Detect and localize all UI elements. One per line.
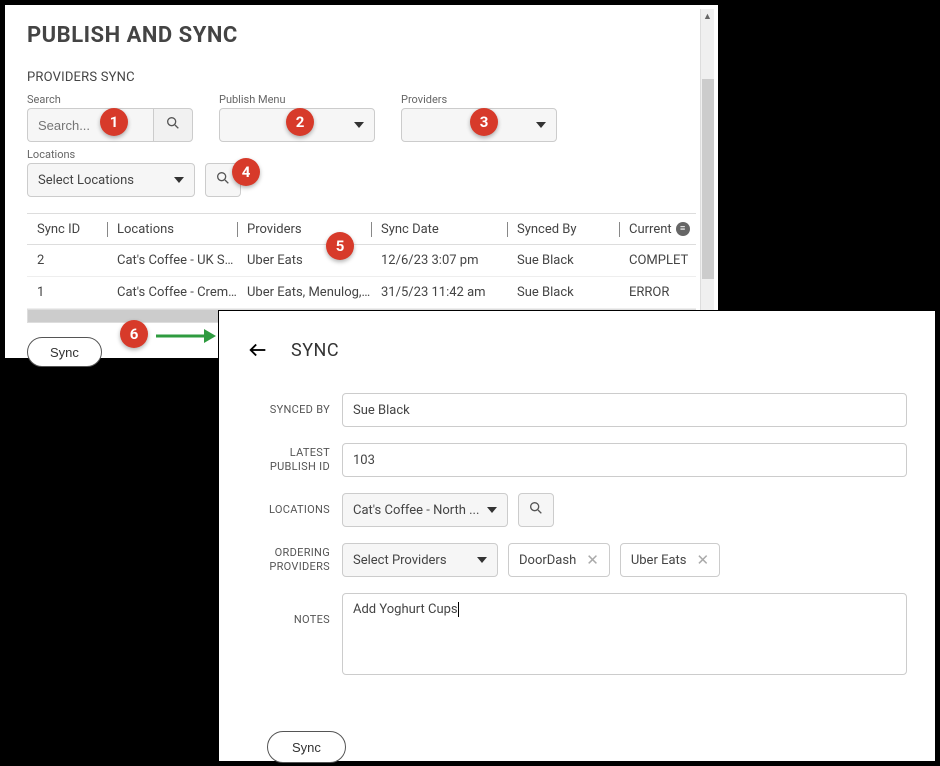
chip-label: Uber Eats: [631, 553, 687, 568]
sync-form-panel: SYNC SYNCED BY Sue Black LATEST PUBLISH …: [218, 310, 936, 762]
th-sync-date[interactable]: Sync Date: [371, 222, 507, 237]
back-arrow-icon[interactable]: [247, 339, 269, 361]
locations-label: Locations: [27, 148, 195, 161]
publish-menu-label: Publish Menu: [219, 93, 375, 106]
latest-publish-id-field[interactable]: 103: [342, 443, 907, 477]
remove-chip-icon[interactable]: ✕: [586, 553, 599, 568]
label-latest-publish-id: LATEST PUBLISH ID: [247, 446, 342, 475]
filter-row-2: Locations Select Locations: [27, 148, 696, 197]
panel-title: SYNC: [291, 340, 339, 361]
annotation-badge-5: 5: [326, 232, 354, 260]
scroll-up-icon[interactable]: ▲: [701, 9, 714, 23]
chevron-down-icon: [174, 177, 184, 183]
locations-select[interactable]: Cat's Coffee - North ...: [342, 493, 508, 527]
scroll-thumb[interactable]: [702, 79, 714, 279]
th-sync-id[interactable]: Sync ID: [27, 222, 107, 237]
search-label: Search: [27, 93, 193, 106]
chevron-down-icon: [477, 557, 487, 563]
page-title: PUBLISH AND SYNC: [27, 23, 696, 48]
annotation-badge-2: 2: [286, 108, 314, 136]
row-synced-by: SYNCED BY Sue Black: [247, 393, 907, 427]
label-notes: NOTES: [247, 593, 342, 627]
annotation-arrow-icon: [154, 327, 216, 345]
annotation-badge-1: 1: [100, 108, 128, 136]
synced-by-field[interactable]: Sue Black: [342, 393, 907, 427]
search-icon: [528, 500, 544, 520]
section-subtitle: PROVIDERS SYNC: [27, 70, 696, 85]
locations-value: Select Locations: [38, 173, 134, 188]
th-current[interactable]: Current ≡: [619, 222, 697, 237]
publish-sync-panel: ▲ ▼ PUBLISH AND SYNC PROVIDERS SYNC Sear…: [4, 4, 719, 359]
th-synced-by[interactable]: Synced By: [507, 222, 619, 237]
row-latest-publish-id: LATEST PUBLISH ID 103: [247, 443, 907, 477]
provider-chip: Uber Eats ✕: [620, 543, 720, 577]
row-notes: NOTES Add Yoghurt Cups: [247, 593, 907, 675]
row-ordering-providers: ORDERING PROVIDERS Select Providers Door…: [247, 543, 907, 577]
annotation-badge-3: 3: [470, 108, 498, 136]
providers-label: Providers: [401, 93, 557, 106]
th-locations[interactable]: Locations: [107, 222, 237, 237]
text-cursor-icon: [458, 602, 459, 617]
filter-icon[interactable]: ≡: [676, 222, 690, 236]
chevron-down-icon: [354, 122, 364, 128]
sync-table: Sync ID Locations Providers Sync Date Sy…: [27, 213, 696, 323]
table-row[interactable]: 1 Cat's Coffee - Cremo... Uber Eats, Men…: [27, 277, 696, 309]
locations-field-group: Locations Select Locations: [27, 148, 195, 197]
annotation-badge-4: 4: [232, 158, 260, 186]
table-header-row: Sync ID Locations Providers Sync Date Sy…: [27, 213, 696, 245]
locations-lookup-button[interactable]: [518, 493, 554, 527]
providers-select[interactable]: Select Providers: [342, 543, 498, 577]
locations-dropdown[interactable]: Select Locations: [27, 163, 195, 197]
panel-header: SYNC: [247, 339, 907, 361]
sync-submit-button[interactable]: Sync: [267, 731, 346, 763]
chevron-down-icon: [536, 122, 546, 128]
label-synced-by: SYNCED BY: [247, 403, 342, 417]
table-row[interactable]: 2 Cat's Coffee - UK So... Uber Eats 12/6…: [27, 245, 696, 277]
vertical-scrollbar[interactable]: ▲ ▼: [700, 9, 714, 357]
search-icon: [165, 115, 181, 135]
search-icon: [215, 170, 231, 190]
th-providers[interactable]: Providers: [237, 222, 371, 237]
notes-textarea[interactable]: Add Yoghurt Cups: [342, 593, 907, 675]
provider-chip: DoorDash ✕: [508, 543, 610, 577]
sync-button[interactable]: Sync: [27, 337, 102, 367]
chip-label: DoorDash: [519, 553, 576, 568]
search-button[interactable]: [153, 108, 193, 142]
label-ordering-providers: ORDERING PROVIDERS: [247, 546, 342, 575]
annotation-badge-6: 6: [120, 320, 148, 348]
remove-chip-icon[interactable]: ✕: [697, 553, 710, 568]
search-input[interactable]: [27, 108, 153, 142]
label-locations: LOCATIONS: [247, 503, 342, 517]
chevron-down-icon: [487, 507, 497, 513]
row-locations: LOCATIONS Cat's Coffee - North ...: [247, 493, 907, 527]
